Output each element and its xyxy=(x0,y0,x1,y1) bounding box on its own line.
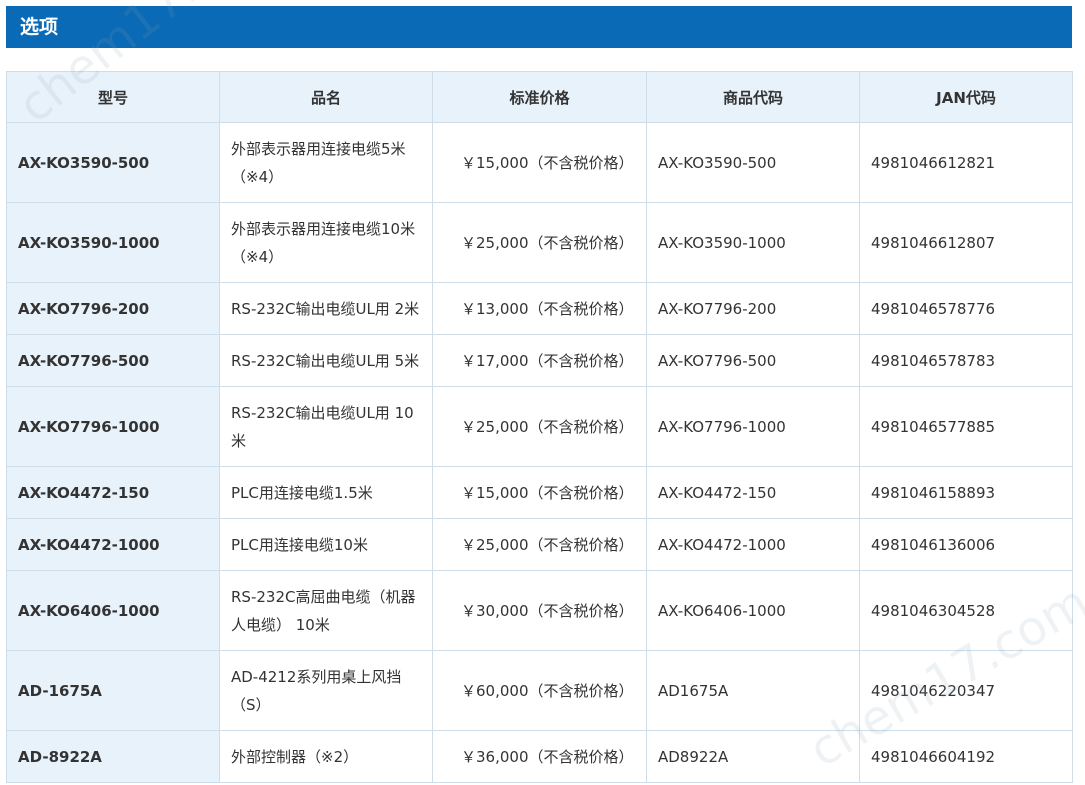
header-code: 商品代码 xyxy=(646,71,860,123)
table-row: AX-KO7796-500 RS-232C输出电缆UL用 5米 ￥17,000（… xyxy=(6,334,1073,387)
cell-price: ￥13,000（不含税价格） xyxy=(432,282,647,335)
cell-code: AX-KO4472-150 xyxy=(646,466,860,519)
cell-model: AX-KO7796-500 xyxy=(6,334,220,387)
table-row: AX-KO4472-1000 PLC用连接电缆10米 ￥25,000（不含税价格… xyxy=(6,518,1073,571)
cell-name: PLC用连接电缆10米 xyxy=(219,518,433,571)
cell-name: 外部控制器（※2） xyxy=(219,730,433,783)
options-table: 型号 品名 标准价格 商品代码 JAN代码 AX-KO3590-500 外部表示… xyxy=(6,71,1073,783)
cell-name: PLC用连接电缆1.5米 xyxy=(219,466,433,519)
cell-code: AX-KO3590-1000 xyxy=(646,202,860,283)
cell-jan: 4981046578776 xyxy=(859,282,1073,335)
cell-jan: 4981046612821 xyxy=(859,122,1073,203)
cell-price: ￥30,000（不含税价格） xyxy=(432,570,647,651)
cell-code: AX-KO4472-1000 xyxy=(646,518,860,571)
header-name: 品名 xyxy=(219,71,433,123)
cell-model: AX-KO6406-1000 xyxy=(6,570,220,651)
cell-name: RS-232C高屈曲电缆（机器人电缆） 10米 xyxy=(219,570,433,651)
cell-name: 外部表示器用连接电缆5米（※4） xyxy=(219,122,433,203)
cell-code: AD1675A xyxy=(646,650,860,731)
cell-model: AX-KO3590-500 xyxy=(6,122,220,203)
cell-model: AX-KO7796-200 xyxy=(6,282,220,335)
cell-price: ￥25,000（不含税价格） xyxy=(432,386,647,467)
cell-code: AX-KO3590-500 xyxy=(646,122,860,203)
table-row: AD-8922A 外部控制器（※2） ￥36,000（不含税价格） AD8922… xyxy=(6,730,1073,783)
cell-price: ￥60,000（不含税价格） xyxy=(432,650,647,731)
cell-jan: 4981046158893 xyxy=(859,466,1073,519)
table-row: AX-KO3590-1000 外部表示器用连接电缆10米（※4） ￥25,000… xyxy=(6,202,1073,283)
cell-code: AX-KO7796-200 xyxy=(646,282,860,335)
cell-jan: 4981046577885 xyxy=(859,386,1073,467)
cell-model: AX-KO4472-1000 xyxy=(6,518,220,571)
cell-jan: 4981046578783 xyxy=(859,334,1073,387)
cell-name: AD-4212系列用桌上风挡（S） xyxy=(219,650,433,731)
table-row: AX-KO7796-200 RS-232C输出电缆UL用 2米 ￥13,000（… xyxy=(6,282,1073,335)
cell-price: ￥25,000（不含税价格） xyxy=(432,202,647,283)
cell-model: AD-1675A xyxy=(6,650,220,731)
cell-model: AX-KO4472-150 xyxy=(6,466,220,519)
cell-code: AD8922A xyxy=(646,730,860,783)
table-row: AX-KO7796-1000 RS-232C输出电缆UL用 10米 ￥25,00… xyxy=(6,386,1073,467)
cell-code: AX-KO7796-500 xyxy=(646,334,860,387)
table-row: AX-KO6406-1000 RS-232C高屈曲电缆（机器人电缆） 10米 ￥… xyxy=(6,570,1073,651)
cell-name: RS-232C输出电缆UL用 5米 xyxy=(219,334,433,387)
cell-model: AX-KO3590-1000 xyxy=(6,202,220,283)
cell-jan: 4981046604192 xyxy=(859,730,1073,783)
cell-price: ￥25,000（不含税价格） xyxy=(432,518,647,571)
cell-price: ￥15,000（不含税价格） xyxy=(432,466,647,519)
table-row: AX-KO4472-150 PLC用连接电缆1.5米 ￥15,000（不含税价格… xyxy=(6,466,1073,519)
cell-jan: 4981046612807 xyxy=(859,202,1073,283)
cell-price: ￥36,000（不含税价格） xyxy=(432,730,647,783)
header-price: 标准价格 xyxy=(432,71,647,123)
header-model: 型号 xyxy=(6,71,220,123)
table-header-row: 型号 品名 标准价格 商品代码 JAN代码 xyxy=(6,71,1073,123)
cell-code: AX-KO7796-1000 xyxy=(646,386,860,467)
table-row: AD-1675A AD-4212系列用桌上风挡（S） ￥60,000（不含税价格… xyxy=(6,650,1073,731)
cell-name: RS-232C输出电缆UL用 10米 xyxy=(219,386,433,467)
cell-code: AX-KO6406-1000 xyxy=(646,570,860,651)
section-title: 选项 xyxy=(6,6,1072,48)
table-row: AX-KO3590-500 外部表示器用连接电缆5米（※4） ￥15,000（不… xyxy=(6,122,1073,203)
cell-model: AD-8922A xyxy=(6,730,220,783)
cell-model: AX-KO7796-1000 xyxy=(6,386,220,467)
cell-jan: 4981046304528 xyxy=(859,570,1073,651)
cell-price: ￥15,000（不含税价格） xyxy=(432,122,647,203)
cell-jan: 4981046136006 xyxy=(859,518,1073,571)
header-jan: JAN代码 xyxy=(859,71,1073,123)
cell-jan: 4981046220347 xyxy=(859,650,1073,731)
cell-price: ￥17,000（不含税价格） xyxy=(432,334,647,387)
cell-name: RS-232C输出电缆UL用 2米 xyxy=(219,282,433,335)
cell-name: 外部表示器用连接电缆10米（※4） xyxy=(219,202,433,283)
